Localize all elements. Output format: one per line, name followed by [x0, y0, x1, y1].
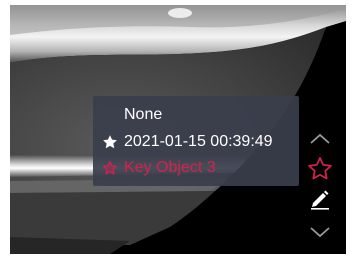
menu-item-label: 2021-01-15 00:39:49: [124, 133, 273, 150]
menu-item-key-object[interactable]: Key Object 3: [93, 156, 299, 180]
menu-item-label: Key Object 3: [124, 159, 216, 176]
scroll-up-button[interactable]: [306, 127, 334, 151]
menu-item-date[interactable]: 2021-01-15 00:39:49: [93, 130, 299, 154]
key-object-menu: None 2021-01-15 00:39:49 Key Object 3: [93, 96, 299, 186]
menu-item-none[interactable]: None: [93, 103, 299, 127]
pencil-icon: [311, 190, 329, 210]
annotate-button[interactable]: [306, 187, 334, 211]
scroll-down-button[interactable]: [306, 220, 334, 244]
app-frame: None 2021-01-15 00:39:49 Key Object 3: [0, 0, 353, 258]
star-outline-icon: [102, 160, 118, 176]
chevron-up-icon: [310, 133, 330, 144]
menu-item-label: None: [124, 106, 163, 123]
star-filled-icon: [102, 134, 118, 150]
star-outline-icon: [308, 157, 332, 180]
key-object-button[interactable]: [306, 157, 334, 181]
chevron-down-icon: [310, 227, 330, 238]
